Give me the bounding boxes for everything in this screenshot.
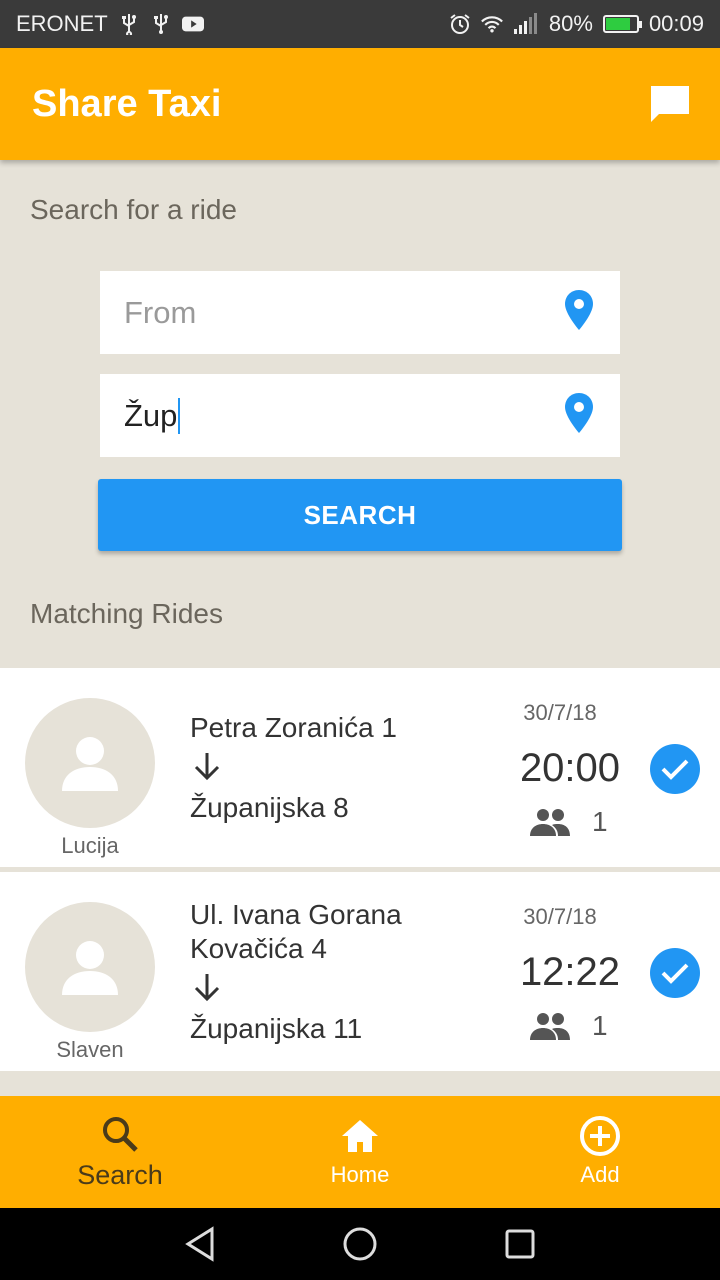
route-to: Županijska 8 bbox=[190, 792, 349, 823]
select-ride-button[interactable] bbox=[650, 948, 700, 998]
ride-time: 12:22 bbox=[519, 950, 621, 994]
matching-rides-label: Matching Rides bbox=[30, 598, 223, 629]
people-icon bbox=[530, 809, 570, 836]
youtube-icon bbox=[181, 13, 204, 35]
alarm-icon bbox=[449, 13, 471, 35]
nav-label: Search bbox=[77, 1159, 163, 1190]
arrow-down-icon bbox=[190, 966, 430, 1012]
nav-item-add[interactable]: Add bbox=[480, 1096, 720, 1208]
from-input[interactable] bbox=[124, 294, 524, 331]
add-circle-icon bbox=[579, 1116, 621, 1156]
chat-button[interactable] bbox=[648, 82, 692, 126]
seat-count: 1 bbox=[592, 1010, 608, 1041]
avatar bbox=[25, 902, 155, 1032]
people-icon bbox=[530, 1013, 570, 1040]
chat-icon bbox=[651, 86, 689, 122]
back-icon[interactable] bbox=[180, 1224, 220, 1264]
app-title: Share Taxi bbox=[32, 82, 222, 125]
to-input[interactable]: Žup bbox=[124, 397, 524, 434]
person-icon bbox=[62, 737, 118, 791]
bottom-nav: Search Home Add bbox=[0, 1096, 720, 1208]
route-to: Županijska 11 bbox=[190, 1013, 363, 1044]
seat-count: 1 bbox=[592, 806, 608, 837]
avatar bbox=[25, 698, 155, 828]
status-left: ERONET bbox=[16, 11, 204, 37]
route: Petra Zoranića 1 Županijska 8 bbox=[190, 711, 480, 825]
ride-date: 30/7/18 bbox=[523, 700, 597, 725]
battery-fill bbox=[605, 18, 630, 30]
location-pin-icon[interactable] bbox=[564, 393, 594, 438]
home-circle-icon[interactable] bbox=[340, 1224, 380, 1264]
usb-icon bbox=[150, 13, 172, 35]
to-field[interactable]: Žup bbox=[100, 374, 620, 457]
carrier-name: ERONET bbox=[16, 11, 108, 36]
system-nav-bar bbox=[0, 1208, 720, 1280]
arrow-down-icon bbox=[190, 745, 480, 791]
search-button[interactable]: SEARCH bbox=[98, 479, 622, 551]
select-ride-button[interactable] bbox=[650, 744, 700, 794]
recents-icon[interactable] bbox=[500, 1224, 540, 1264]
nav-item-search[interactable]: Search bbox=[0, 1096, 240, 1208]
seats: 1 bbox=[530, 1010, 608, 1042]
battery-icon bbox=[602, 15, 642, 33]
nav-label: Add bbox=[580, 1162, 620, 1187]
search-section-label: Search for a ride bbox=[30, 194, 237, 225]
search-icon bbox=[100, 1114, 140, 1154]
location-pin-icon[interactable] bbox=[564, 290, 594, 335]
seats: 1 bbox=[530, 806, 608, 838]
driver-name: Lucija bbox=[61, 833, 119, 858]
text-caret bbox=[178, 397, 181, 434]
nav-label: Home bbox=[330, 1162, 390, 1187]
checkmark-icon bbox=[661, 759, 689, 780]
battery-percent: 80% bbox=[548, 11, 593, 36]
route-from: Ul. Ivana Gorana Kovačića 4 bbox=[190, 899, 402, 964]
nav-item-home[interactable]: Home bbox=[240, 1096, 480, 1208]
wifi-icon bbox=[480, 13, 503, 35]
ride-time: 20:00 bbox=[519, 746, 621, 790]
to-input-value: Žup bbox=[124, 397, 178, 433]
driver-name: Slaven bbox=[56, 1037, 124, 1062]
home-icon bbox=[340, 1116, 380, 1156]
status-bar: ERONET 80% 00:09 bbox=[0, 0, 720, 48]
app-bar: Share Taxi bbox=[0, 48, 720, 160]
signal-icon bbox=[513, 13, 539, 35]
route-from: Petra Zoranića 1 bbox=[190, 712, 397, 743]
checkmark-icon bbox=[661, 963, 689, 984]
status-right: 80% 00:09 bbox=[449, 11, 704, 37]
ride-card[interactable]: Slaven Ul. Ivana Gorana Kovačića 4 Župan… bbox=[0, 872, 720, 1071]
from-field[interactable] bbox=[100, 271, 620, 354]
usb-icon bbox=[118, 13, 140, 35]
clock-time: 00:09 bbox=[648, 11, 704, 36]
person-icon bbox=[62, 941, 118, 995]
route: Ul. Ivana Gorana Kovačića 4 Županijska 1… bbox=[190, 898, 430, 1046]
ride-card[interactable]: Lucija Petra Zoranića 1 Županijska 8 30/… bbox=[0, 668, 720, 867]
ride-date: 30/7/18 bbox=[523, 904, 597, 929]
